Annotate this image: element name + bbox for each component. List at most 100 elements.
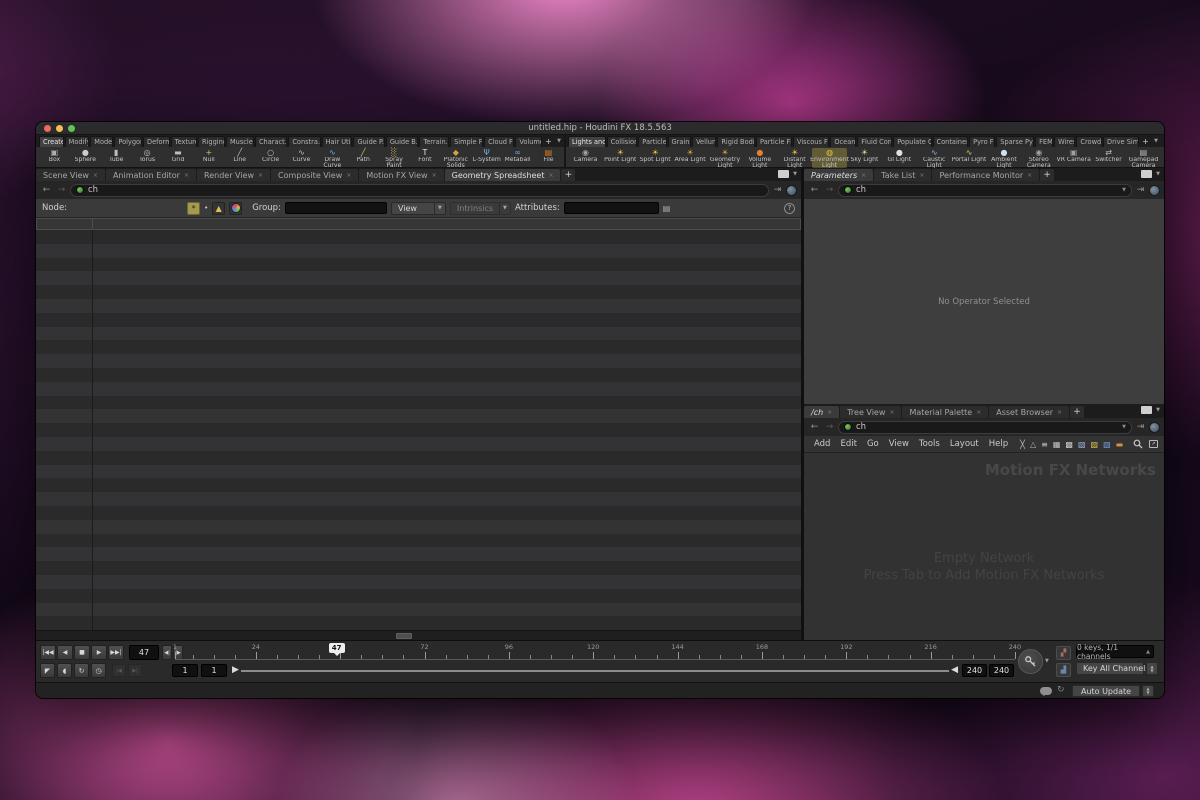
shelf-tab[interactable]: FEM: [1035, 136, 1053, 147]
shelf-tool[interactable]: ● Sphere: [70, 148, 101, 168]
shelf-tool[interactable]: ○ Circle: [255, 148, 286, 168]
add-pane-tab-button[interactable]: +: [561, 169, 575, 181]
menu-item[interactable]: Layout: [946, 439, 983, 449]
back-icon[interactable]: ←: [808, 422, 821, 432]
pane-tab[interactable]: Animation Editor ×: [106, 169, 196, 181]
shelf-tool[interactable]: ▬ Grid: [163, 148, 194, 168]
pane-tab[interactable]: Composite View ×: [271, 169, 358, 181]
shelf-tab[interactable]: Lights and...: [568, 136, 606, 147]
chevron-down-icon[interactable]: ▼: [1122, 187, 1126, 193]
add-shelf-tab-button[interactable]: +: [1140, 136, 1151, 147]
titlebar[interactable]: untitled.hip - Houdini FX 18.5.563: [36, 122, 1164, 135]
shelf-tool[interactable]: ☀ Geometry Light: [708, 148, 743, 168]
h-scrollbar[interactable]: [36, 630, 801, 640]
close-icon[interactable]: ×: [432, 172, 437, 179]
shelf-tool[interactable]: ╱ Line: [224, 148, 255, 168]
close-icon[interactable]: ×: [889, 409, 894, 416]
prev-frame-button[interactable]: ◀|: [162, 645, 172, 660]
grid-large-icon[interactable]: ▩: [1065, 440, 1073, 449]
shelf-tool[interactable]: ▮ Tube: [101, 148, 132, 168]
shelf-tool[interactable]: ● GI Light: [882, 148, 917, 168]
chevron-down-icon[interactable]: ▼: [1122, 424, 1126, 430]
shelf-tab[interactable]: Terrain...: [419, 136, 449, 147]
shelf-tool[interactable]: ● Volume Light: [742, 148, 777, 168]
shelf-tool[interactable]: ▤ File: [533, 148, 564, 168]
shelf-tab[interactable]: Polygon: [114, 136, 142, 147]
close-icon[interactable]: ×: [1057, 409, 1062, 416]
dot-icon[interactable]: •: [204, 204, 208, 212]
export-view-icon[interactable]: ↗: [1149, 440, 1158, 448]
add-pane-tab-button[interactable]: +: [1070, 406, 1084, 418]
path-field[interactable]: ch ▼: [838, 421, 1132, 434]
intrinsics-select[interactable]: Intrinsics ▼: [450, 202, 511, 215]
pane-menu-icon[interactable]: [1141, 406, 1152, 414]
add-shelf-tab-button[interactable]: +: [543, 136, 554, 147]
scrollbar-thumb[interactable]: [396, 633, 412, 639]
close-icon[interactable]: ×: [93, 172, 98, 179]
search-icon[interactable]: [1133, 439, 1143, 449]
shelf-tool[interactable]: ☀ Sky Light: [847, 148, 882, 168]
pane-tab[interactable]: Scene View ×: [36, 169, 105, 181]
pane-tab[interactable]: Geometry Spreadsheet ×: [445, 169, 561, 181]
chevron-down-icon[interactable]: ▼: [554, 136, 564, 147]
geometry-spreadsheet[interactable]: [36, 218, 801, 630]
shelf-tab[interactable]: Sparse Pyr...: [996, 136, 1034, 147]
shelf-tool[interactable]: ∿ Caustic Light: [917, 148, 952, 168]
shelf-tab[interactable]: Charact...: [255, 136, 287, 147]
shelf-tab[interactable]: Crowds: [1076, 136, 1102, 147]
shelf-tab[interactable]: Grains: [668, 136, 692, 147]
menu-item[interactable]: Add: [810, 439, 834, 449]
set-key-button[interactable]: [1018, 649, 1043, 674]
chevron-down-icon[interactable]: ▼: [1151, 136, 1161, 147]
close-icon[interactable]: ×: [184, 172, 189, 179]
select-keys-icon[interactable]: ◤: [40, 663, 55, 678]
shelf-tab[interactable]: Pyro FX: [969, 136, 995, 147]
shelf-tool[interactable]: ⇄ Switcher: [1091, 148, 1126, 168]
pane-tab[interactable]: Material Palette ×: [902, 406, 988, 418]
shelf-tool[interactable]: ▣ VR Camera: [1056, 148, 1091, 168]
list-icon[interactable]: ≡: [1041, 440, 1048, 449]
prev-key-button[interactable]: |◀: [112, 664, 126, 677]
close-icon[interactable]: ×: [861, 172, 866, 179]
pane-menu-icon[interactable]: [778, 170, 789, 178]
shelf-tool[interactable]: ∿ Portal Light: [952, 148, 987, 168]
shelf-tool[interactable]: ▣ Box: [39, 148, 70, 168]
auto-update-select[interactable]: Auto Update: [1072, 685, 1140, 697]
shelf-tool[interactable]: ░ Spray Paint: [379, 148, 410, 168]
pin-icon[interactable]: ⇥: [1134, 422, 1147, 432]
shelf-tool[interactable]: ╱ Path: [348, 148, 379, 168]
auto-update-spinner[interactable]: ▲ ▼: [1142, 685, 1154, 697]
key-all-channels-select[interactable]: Key All Channels: [1076, 662, 1144, 675]
node-link-icon[interactable]: ▧: [1103, 440, 1111, 449]
shelf-tool[interactable]: ◉ Camera: [568, 148, 603, 168]
range-start-field[interactable]: 1: [201, 664, 227, 677]
review-icon[interactable]: ↻: [74, 663, 89, 678]
forward-icon[interactable]: →: [55, 185, 68, 195]
shelf-tool[interactable]: ∿ Draw Curve: [317, 148, 348, 168]
path-field[interactable]: ch: [70, 184, 769, 197]
help-icon[interactable]: ?: [784, 203, 795, 214]
menu-item[interactable]: Edit: [836, 439, 860, 449]
keyframe-options-icon[interactable]: ▞: [1056, 646, 1071, 660]
pane-tab[interactable]: /ch ×: [804, 406, 839, 418]
message-bubble-icon[interactable]: [1040, 687, 1052, 695]
attribute-menu-icon[interactable]: ▤: [663, 204, 671, 213]
shelf-tab[interactable]: Modify: [65, 136, 90, 147]
menu-item[interactable]: Help: [985, 439, 1012, 449]
dopesheet-icon[interactable]: ▟: [1056, 663, 1071, 677]
pane-tab[interactable]: Parameters ×: [804, 169, 873, 181]
chevron-down-icon[interactable]: ▼: [793, 171, 797, 177]
shelf-tab[interactable]: Collisions: [607, 136, 638, 147]
playhead[interactable]: 47: [329, 643, 345, 653]
attributes-input[interactable]: [564, 202, 659, 214]
add-pane-tab-button[interactable]: +: [1040, 169, 1054, 181]
link-icon[interactable]: [786, 185, 797, 196]
follow-selection-icon[interactable]: *: [187, 202, 200, 215]
global-range-end-field[interactable]: 240: [989, 664, 1014, 677]
shelf-tool[interactable]: Ψ L-System: [471, 148, 502, 168]
transport-button[interactable]: ■: [74, 645, 90, 660]
audio-icon[interactable]: ◖: [57, 663, 72, 678]
key-all-spinner[interactable]: ▲ ▼: [1146, 662, 1158, 675]
shelf-tab[interactable]: Hair Utils: [322, 136, 353, 147]
close-icon[interactable]: ×: [827, 409, 832, 416]
